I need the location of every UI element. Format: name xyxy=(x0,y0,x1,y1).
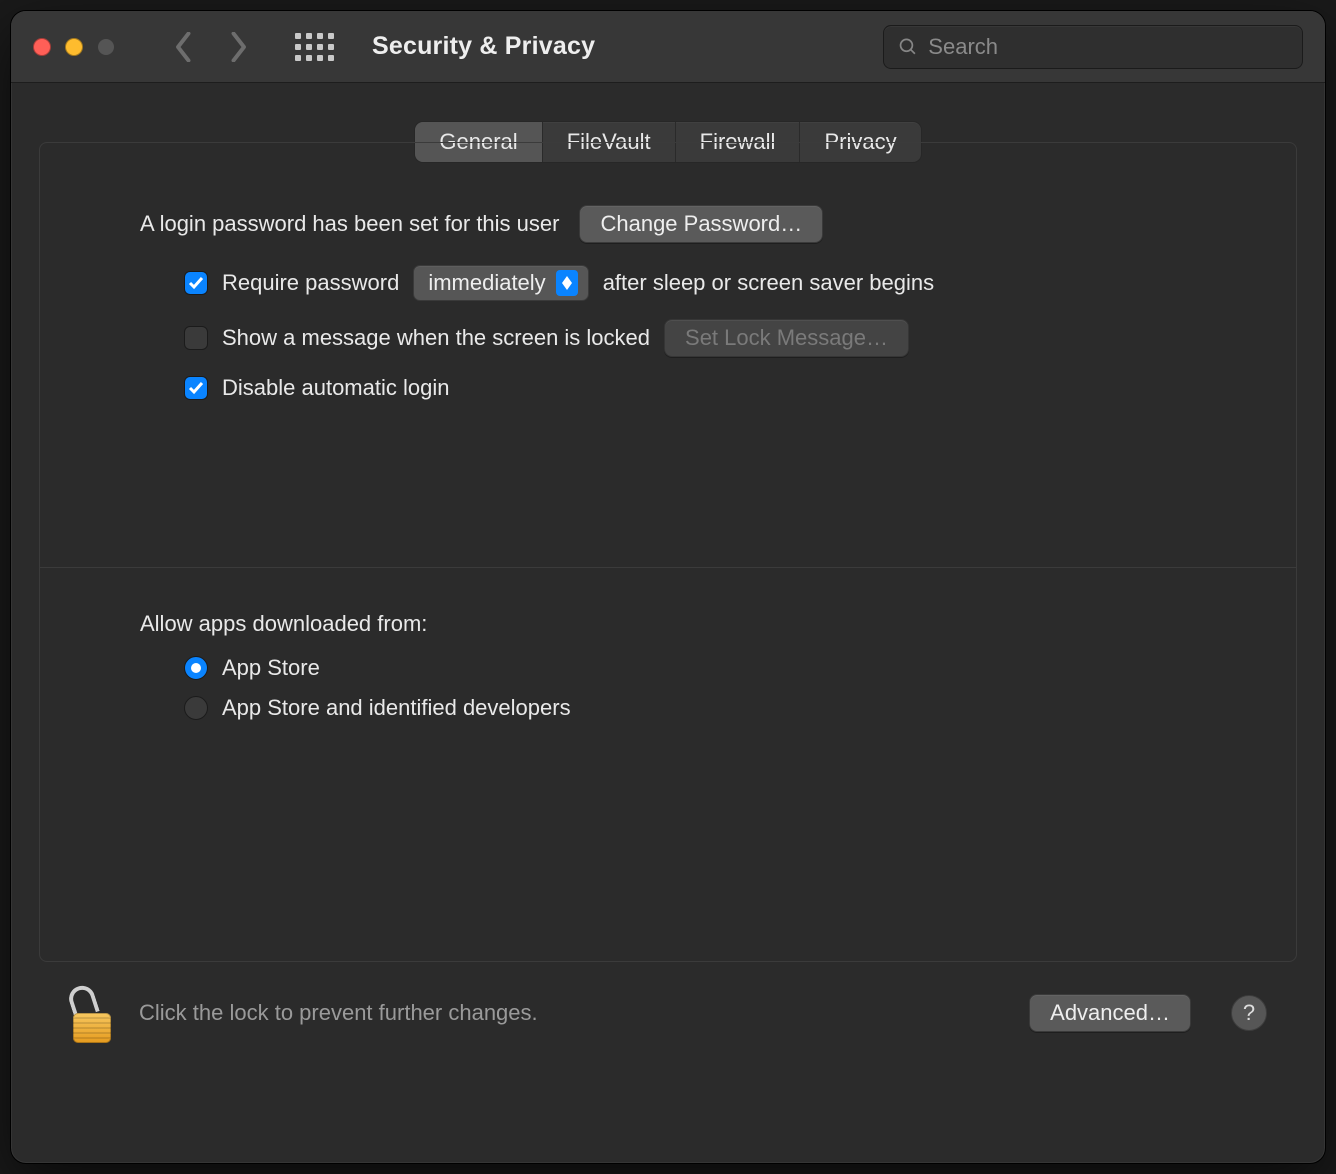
allow-apps-option-0: App Store xyxy=(222,655,320,681)
titlebar: Security & Privacy xyxy=(11,11,1325,83)
show-all-button[interactable] xyxy=(295,33,334,61)
allow-apps-option-1: App Store and identified developers xyxy=(222,695,571,721)
require-password-label-after: after sleep or screen saver begins xyxy=(603,270,934,296)
allow-apps-heading: Allow apps downloaded from: xyxy=(140,611,1206,637)
lock-icon[interactable] xyxy=(73,991,117,1043)
window-title: Security & Privacy xyxy=(372,32,595,61)
general-panel: A login password has been set for this u… xyxy=(39,142,1297,962)
search-icon xyxy=(898,36,918,58)
login-password-text: A login password has been set for this u… xyxy=(140,211,559,237)
popup-stepper-icon xyxy=(556,270,578,296)
require-password-checkbox[interactable] xyxy=(184,271,208,295)
nav-arrows xyxy=(173,32,249,62)
window-controls xyxy=(33,38,115,56)
zoom-window-button xyxy=(97,38,115,56)
allow-apps-radio-appstore[interactable] xyxy=(184,656,208,680)
change-password-button[interactable]: Change Password… xyxy=(579,205,823,243)
footer: Click the lock to prevent further change… xyxy=(39,962,1297,1074)
panel-divider xyxy=(40,567,1296,568)
allow-apps-radio-identified[interactable] xyxy=(184,696,208,720)
content-area: General FileVault Firewall Privacy A log… xyxy=(11,83,1325,1163)
back-button[interactable] xyxy=(173,32,195,62)
show-lock-message-checkbox[interactable] xyxy=(184,326,208,350)
lock-text: Click the lock to prevent further change… xyxy=(139,1000,538,1026)
search-input[interactable] xyxy=(928,34,1288,60)
advanced-button[interactable]: Advanced… xyxy=(1029,994,1191,1032)
preferences-window: Security & Privacy General FileVault Fir… xyxy=(10,10,1326,1164)
set-lock-message-button: Set Lock Message… xyxy=(664,319,909,357)
require-password-delay-popup[interactable]: immediately xyxy=(413,265,588,301)
disable-auto-login-label: Disable automatic login xyxy=(222,375,449,401)
minimize-window-button[interactable] xyxy=(65,38,83,56)
help-button[interactable]: ? xyxy=(1231,995,1267,1031)
search-field-wrap[interactable] xyxy=(883,25,1303,69)
close-window-button[interactable] xyxy=(33,38,51,56)
show-lock-message-label: Show a message when the screen is locked xyxy=(222,325,650,351)
require-password-label-before: Require password xyxy=(222,270,399,296)
forward-button[interactable] xyxy=(227,32,249,62)
disable-auto-login-checkbox[interactable] xyxy=(184,376,208,400)
require-password-delay-value: immediately xyxy=(428,270,545,296)
allow-apps-radio-group: App Store App Store and identified devel… xyxy=(140,655,1206,721)
